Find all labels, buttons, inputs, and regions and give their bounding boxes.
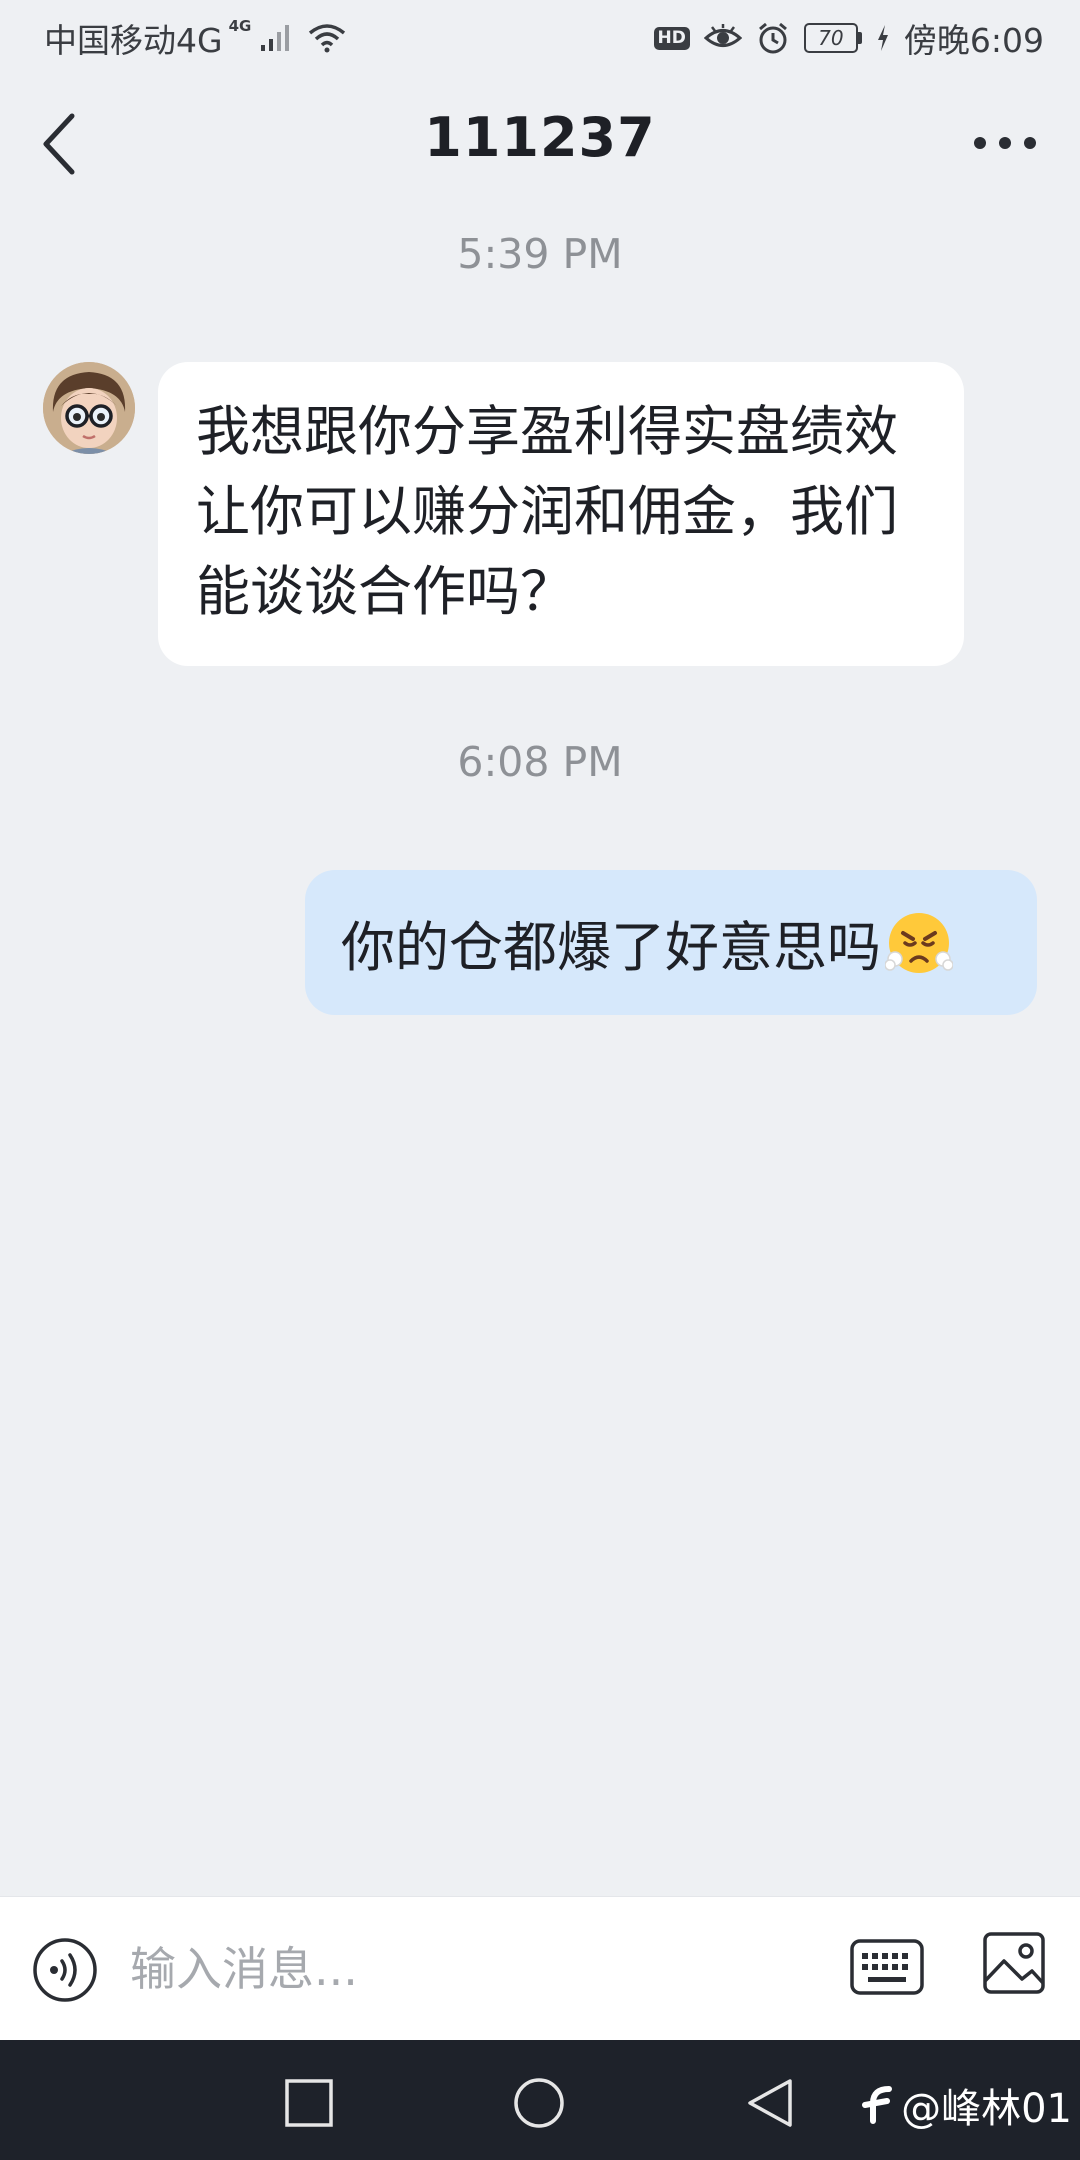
face-with-steam-from-nose-icon [885, 912, 953, 973]
more-dots-icon [974, 137, 1036, 149]
avatar-image [43, 362, 135, 454]
hd-badge: HD [653, 26, 690, 50]
network-sup-label: 4G [228, 17, 252, 35]
chat-header: 111237 [0, 76, 1080, 210]
message-input-bar [0, 1896, 1080, 2040]
battery-level: 70 [803, 23, 858, 53]
message-timestamp: 6:08 PM [457, 738, 623, 786]
voice-input-icon[interactable] [32, 1937, 98, 2003]
watermark-logo-icon [862, 2086, 893, 2124]
eye-icon [703, 24, 742, 47]
battery-cap [857, 32, 862, 44]
outgoing-message-bubble[interactable]: 你的仓都爆了好意思吗 [305, 870, 1037, 1015]
status-bar: 中国移动4G 4G HD 70 傍晚6:09 [0, 0, 1080, 76]
system-navigation-bar: @峰林01 [0, 2040, 1080, 2160]
incoming-message-bubble[interactable]: 我想跟你分享盈利得实盘绩效让你可以赚分润和佣金，我们能谈谈合作吗？ [158, 362, 964, 666]
watermark-text: @峰林01 [901, 2086, 1072, 2132]
more-options-button[interactable] [970, 118, 1040, 168]
carrier-label: 中国移动4G [44, 21, 223, 60]
keyboard-icon[interactable] [850, 1937, 924, 1997]
signal-icon [261, 25, 290, 51]
battery-indicator: 70 [803, 23, 862, 53]
home-icon[interactable] [512, 2076, 566, 2130]
outgoing-message-text: 你的仓都爆了好意思吗 [341, 916, 881, 979]
status-left: 中国移动4G 4G [44, 14, 347, 62]
message-input[interactable] [130, 1933, 810, 2005]
image-picker-icon[interactable] [982, 1931, 1046, 1995]
recent-apps-icon[interactable] [282, 2076, 336, 2130]
chat-title: 111237 [424, 106, 656, 169]
charging-icon [877, 25, 888, 51]
incoming-message-text: 我想跟你分享盈利得实盘绩效让你可以赚分润和佣金，我们能谈谈合作吗？ [196, 400, 898, 623]
contact-avatar[interactable] [43, 362, 135, 454]
alarm-icon [758, 22, 787, 54]
watermark: @峰林01 [859, 2076, 1072, 2134]
wifi-icon [309, 24, 346, 53]
clock-label: 傍晚6:09 [903, 21, 1044, 60]
nav-back-icon[interactable] [744, 2076, 798, 2130]
status-right: HD 70 傍晚6:09 [653, 14, 1044, 62]
message-timestamp: 5:39 PM [457, 230, 623, 278]
